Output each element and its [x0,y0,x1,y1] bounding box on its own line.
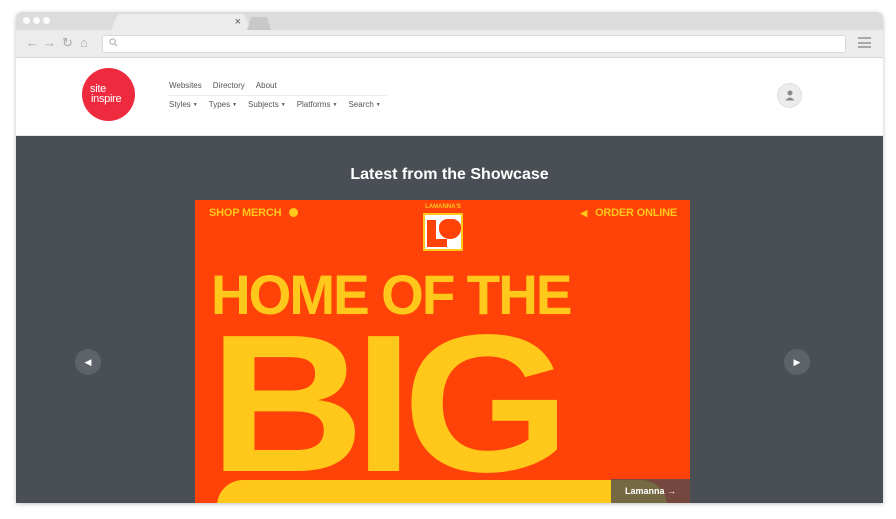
page-viewport: site inspire Websites Directory About St… [16,58,883,503]
primary-nav: Websites Directory About [169,81,277,90]
chevron-down-icon: ▼ [192,102,198,108]
lion-logo-icon [423,213,463,251]
slide-caption-link[interactable]: Lamanna → [610,479,690,503]
nav-styles[interactable]: Styles ▼ [169,100,198,109]
chevron-left-icon: ◀ [84,357,92,367]
tab-close-icon[interactable]: × [235,14,241,30]
carousel-prev-button[interactable]: ◀ [75,349,101,375]
showcase-title: Latest from the Showcase [350,166,549,183]
nav-platforms[interactable]: Platforms ▼ [297,100,338,109]
nav-platforms-label: Platforms [296,100,331,109]
back-icon[interactable]: ← [26,35,39,51]
home-icon[interactable]: ⌂ [80,35,88,51]
nav-search-label: Search [348,100,374,109]
menu-icon[interactable] [858,37,871,48]
reload-icon[interactable]: ↻ [62,35,73,51]
nav-search[interactable]: Search ▼ [348,100,380,109]
window-maximize-dot[interactable] [43,17,50,24]
nav-types[interactable]: Types ▼ [209,100,237,109]
smiley-icon [289,208,299,217]
slide-headline-2: BIG [209,294,570,503]
siteinspire-logo[interactable]: site inspire [82,68,135,121]
slide-order-online: ◀ ORDER ONLINE [580,207,677,219]
user-icon [785,90,795,101]
chevron-right-icon: ▶ [793,357,801,367]
nav-websites[interactable]: Websites [169,81,202,90]
nav-subjects-label: Subjects [248,100,279,109]
window-minimize-dot[interactable] [33,17,40,24]
window-close-dot[interactable] [23,17,30,24]
secondary-nav: Styles ▼ Types ▼ Subjects ▼ Platforms ▼ Sear… [169,100,381,109]
nav-subjects[interactable]: Subjects ▼ [248,100,286,109]
showcase-section: Latest from the Showcase ◀ ▶ SHOP MERCH … [16,136,883,503]
chevron-down-icon: ▼ [280,102,286,108]
nav-styles-label: Styles [169,100,191,109]
slide-shop-merch: SHOP MERCH [209,207,299,219]
showcase-slide[interactable]: SHOP MERCH LAMANNA'S ◀ ORDER ONLINE HOME … [195,200,690,503]
slide-logo-text: LAMANNA'S [425,204,461,210]
browser-toolbar: ← → ↻ ⌂ [16,30,883,58]
nav-about[interactable]: About [256,81,277,90]
lamannas-logo: LAMANNA'S [420,204,466,252]
nav-types-label: Types [208,100,231,109]
forward-icon[interactable]: → [43,35,56,51]
nav-divider [169,95,387,96]
user-account-button[interactable] [777,83,802,108]
chevron-down-icon: ▼ [332,102,338,108]
browser-tab[interactable]: × [111,14,251,30]
address-bar[interactable] [102,35,846,53]
slide-order-online-text: ORDER ONLINE [595,207,677,219]
logo-text-inspire: inspire [91,93,122,105]
browser-window: × ← → ↻ ⌂ site inspire Websites Director… [16,12,883,503]
slide-headline-3-cropped [217,480,667,503]
chevron-down-icon: ▼ [232,102,238,108]
slide-shop-merch-text: SHOP MERCH [209,207,282,219]
chevron-down-icon: ▼ [375,102,381,108]
site-header: site inspire Websites Directory About St… [16,58,883,136]
nav-directory[interactable]: Directory [213,81,245,90]
new-tab-button[interactable] [247,17,271,30]
search-icon [109,38,118,47]
tab-strip: × [16,12,883,30]
carousel-next-button[interactable]: ▶ [784,349,810,375]
pizza-slice-icon: ◀ [580,208,588,218]
